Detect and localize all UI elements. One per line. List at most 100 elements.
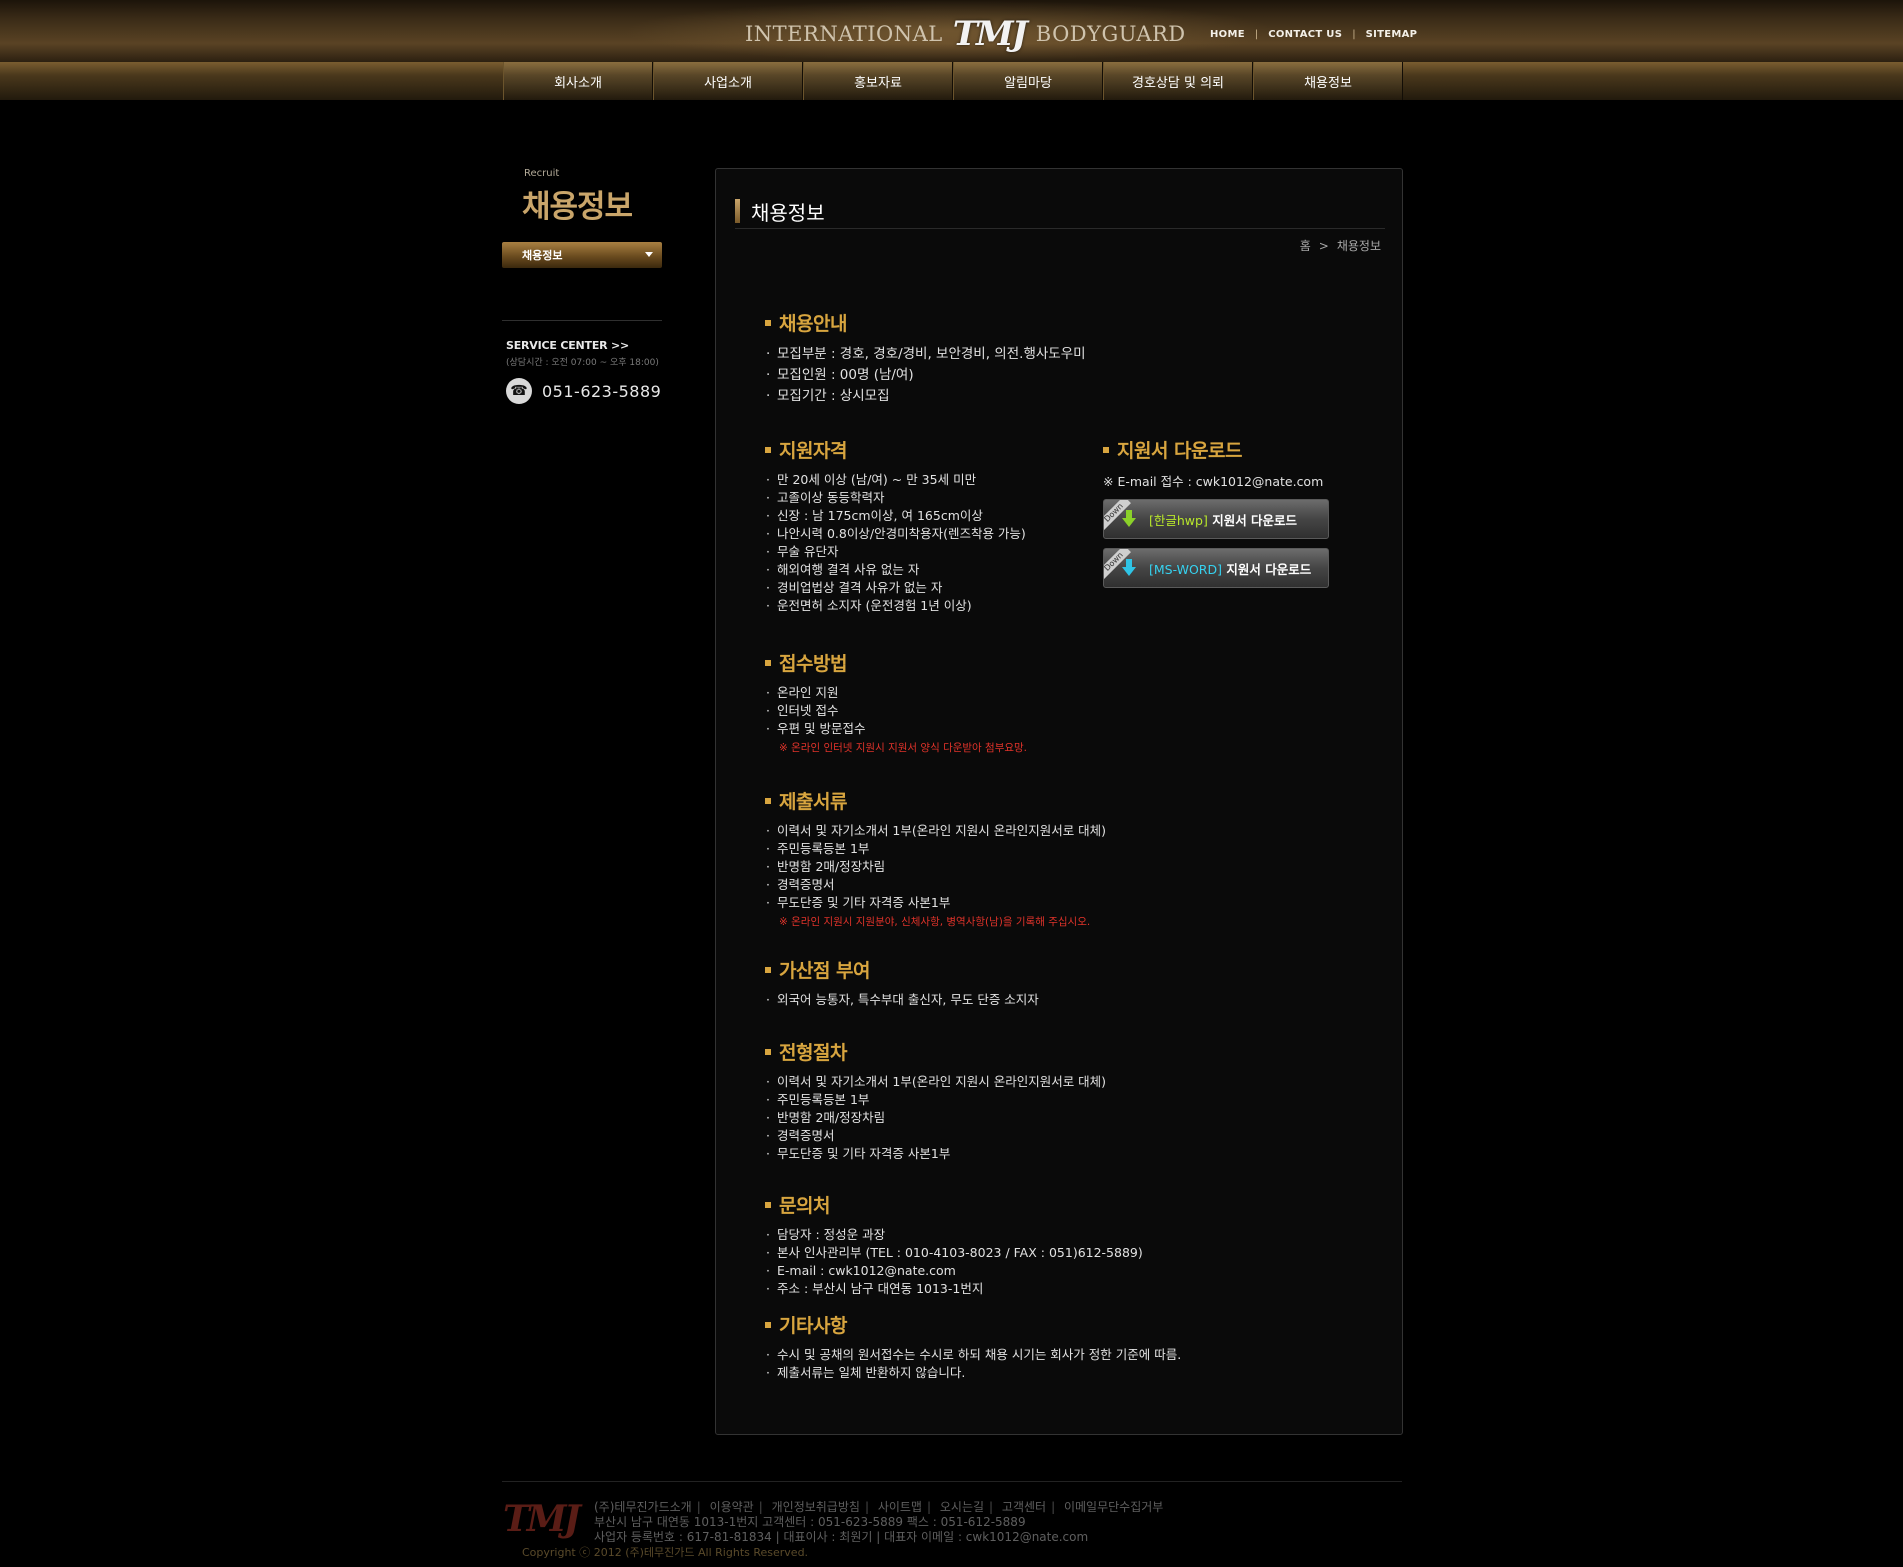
footer-link-privacy[interactable]: 개인정보취급방침 (772, 1500, 860, 1514)
list-item: 주민등록등본 1부 (765, 840, 1106, 858)
list: 수시 및 공채의 원서접수는 수시로 하되 채용 시기는 회사가 정한 기준에 … (765, 1346, 1181, 1382)
download-arrow-icon (1122, 559, 1136, 577)
download-label-text: 지원서 다운로드 (1212, 512, 1298, 528)
footer-separator: | (696, 1500, 701, 1514)
footer-link-email-policy[interactable]: 이메일무단수집거부 (1064, 1500, 1163, 1514)
section-title-text: 접수방법 (779, 653, 847, 675)
bullet-square-icon (765, 1048, 771, 1055)
contact-us-link[interactable]: CONTACT US (1268, 29, 1342, 40)
util-separator: | (1352, 29, 1356, 40)
service-center-title: SERVICE CENTER >> (506, 339, 630, 352)
list-item: 반명함 2매/정장차림 (765, 858, 1106, 876)
sidebar-item-label: 채용정보 (522, 249, 563, 262)
list-item: E-mail : cwk1012@nate.com (765, 1262, 1143, 1280)
utility-nav: HOME | CONTACT US | SITEMAP (1210, 29, 1417, 40)
site-logo[interactable]: INTERNATIONAL TMJ BODYGUARD (745, 14, 1186, 54)
title-bar-icon (735, 199, 740, 223)
section-title: 제출서류 (765, 787, 1106, 814)
content-box: 채용정보 홈 > 채용정보 채용안내 모집부분 : 경호, 경호/경비, 보안경비,… (715, 168, 1403, 1435)
section-title: 전형절차 (765, 1038, 1106, 1065)
list-item: 모집기간 : 상시모집 (765, 386, 1086, 407)
section-download: 지원서 다운로드 ※ E-mail 접수 : cwk1012@nate.com … (1103, 436, 1329, 588)
section-contact: 문의처 담당자 : 정성운 과장 본사 인사관리부 (TEL : 010-410… (765, 1191, 1143, 1298)
documents-note: ※ 온라인 지원시 지원분야, 신체사항, 병역사항(남)을 기록해 주십시오. (779, 916, 1091, 928)
list-item: 외국어 능통자, 특수부대 출신자, 무도 단증 소지자 (765, 991, 1039, 1009)
footer-separator: | (758, 1500, 763, 1514)
section-title-text: 제출서류 (779, 791, 847, 813)
home-link[interactable]: HOME (1210, 29, 1245, 40)
section-method: 접수방법 온라인 지원 인터넷 접수 우편 및 방문접수 ※ 온라인 인터넷 지… (765, 649, 1027, 755)
list-item: 만 20세 이상 (남/여) ~ 만 35세 미만 (765, 471, 1026, 489)
section-title: 채용안내 (765, 309, 1086, 336)
download-label-text: 지원서 다운로드 (1226, 561, 1312, 577)
nav-recruit[interactable]: 채용정보 (1253, 62, 1403, 100)
list-item: 모집부분 : 경호, 경호/경비, 보안경비, 의전.행사도우미 (765, 344, 1086, 365)
section-title: 문의처 (765, 1191, 1143, 1218)
section-title-text: 기타사항 (779, 1315, 847, 1337)
list-item: 모집인원 : 00명 (남/여) (765, 365, 1086, 386)
list: 만 20세 이상 (남/여) ~ 만 35세 미만 고졸이상 동등학력자 신장 … (765, 471, 1026, 615)
bullet-square-icon (1103, 446, 1109, 453)
download-hwp-button[interactable]: Down [한글hwp] 지원서 다운로드 (1103, 499, 1329, 539)
download-word-label: [MS-WORD] 지원서 다운로드 (1149, 559, 1311, 578)
section-documents: 제출서류 이력서 및 자기소개서 1부(온라인 지원시 온라인지원서로 대체) … (765, 787, 1106, 929)
section-title-text: 지원자격 (779, 440, 847, 462)
service-hours: (상담시간 : 오전 07:00 ~ 오후 18:00) (506, 358, 659, 368)
footer-biz-info: 사업자 등록번호 : 617-81-81834 | 대표이사 : 최원기 | 대… (594, 1530, 1089, 1544)
section-title: 지원자격 (765, 436, 1026, 463)
list-item: 경비업법상 결격 사유가 없는 자 (765, 579, 1026, 597)
section-qualification: 지원자격 만 20세 이상 (남/여) ~ 만 35세 미만 고졸이상 동등학력… (765, 436, 1026, 615)
list-item: 주소 : 부산시 남구 대연동 1013-1번지 (765, 1280, 1143, 1298)
nav-company[interactable]: 회사소개 (503, 62, 653, 100)
list-item: 반명함 2매/정장차림 (765, 1109, 1106, 1127)
breadcrumb: 홈 > 채용정보 (1296, 237, 1385, 254)
list-item: 경력증명서 (765, 876, 1106, 894)
list-item: 무도단증 및 기타 자격증 사본1부 (765, 1145, 1106, 1163)
footer-link-sitemap[interactable]: 사이트맵 (878, 1500, 922, 1514)
footer-link-about[interactable]: (주)테무진가드소개 (594, 1500, 692, 1514)
section-title: 접수방법 (765, 649, 1027, 676)
service-phone-number: 051-623-5889 (542, 381, 662, 401)
nav-business[interactable]: 사업소개 (653, 62, 803, 100)
bullet-square-icon (765, 797, 771, 804)
footer-logo: TMJ (503, 1498, 581, 1540)
footer-link-support[interactable]: 고객센터 (1002, 1500, 1046, 1514)
list-item: 본사 인사관리부 (TEL : 010-4103-8023 / FAX : 05… (765, 1244, 1143, 1262)
list-item: 수시 및 공채의 원서접수는 수시로 하되 채용 시기는 회사가 정한 기준에 … (765, 1346, 1181, 1364)
util-separator: | (1254, 29, 1259, 40)
list-item: 이력서 및 자기소개서 1부(온라인 지원시 온라인지원서로 대체) (765, 1073, 1106, 1091)
section-title-text: 가산점 부여 (779, 960, 871, 982)
list-item: 주민등록등본 1부 (765, 1091, 1106, 1109)
breadcrumb-home[interactable]: 홈 (1300, 239, 1311, 253)
list-item: 담당자 : 정성운 과장 (765, 1226, 1143, 1244)
list-item: 무도단증 및 기타 자격증 사본1부 (765, 894, 1106, 912)
download-arrow-icon (1122, 510, 1136, 528)
method-note: ※ 온라인 인터넷 지원시 지원서 양식 다운받아 첨부요망. (779, 742, 1028, 754)
nav-notice[interactable]: 알림마당 (953, 62, 1103, 100)
list: 담당자 : 정성운 과장 본사 인사관리부 (TEL : 010-4103-80… (765, 1226, 1143, 1298)
list: 이력서 및 자기소개서 1부(온라인 지원시 온라인지원서로 대체) 주민등록등… (765, 822, 1106, 912)
download-word-button[interactable]: Down [MS-WORD] 지원서 다운로드 (1103, 548, 1329, 588)
sidebar-item-recruit[interactable]: 채용정보 (502, 242, 662, 268)
list-item: 운전면허 소지자 (운전경험 1년 이상) (765, 597, 1026, 615)
footer-separator: | (864, 1500, 869, 1514)
nav-consult[interactable]: 경호상담 및 의뢰 (1103, 62, 1253, 100)
footer-link-terms[interactable]: 이용약관 (710, 1500, 754, 1514)
breadcrumb-current: 채용정보 (1336, 239, 1381, 253)
page-title-area: 채용정보 (735, 197, 1385, 229)
list-item: 고졸이상 동등학력자 (765, 489, 1026, 507)
bullet-square-icon (765, 446, 771, 453)
download-email-note: ※ E-mail 접수 : cwk1012@nate.com (1103, 474, 1324, 489)
section-bonus: 가산점 부여 외국어 능통자, 특수부대 출신자, 무도 단증 소지자 (765, 956, 1039, 1009)
sitemap-link[interactable]: SITEMAP (1366, 29, 1418, 40)
section-guide: 채용안내 모집부분 : 경호, 경호/경비, 보안경비, 의전.행사도우미 모집… (765, 309, 1086, 407)
footer-link-directions[interactable]: 오시는길 (940, 1500, 984, 1514)
section-etc: 기타사항 수시 및 공채의 원서접수는 수시로 하되 채용 시기는 회사가 정한… (765, 1311, 1181, 1382)
list-item: 우편 및 방문접수 (765, 720, 1027, 738)
nav-pr[interactable]: 홍보자료 (803, 62, 953, 100)
section-title-text: 문의처 (779, 1195, 830, 1217)
logo-text-right: BODYGUARD (1035, 22, 1186, 46)
section-title: 지원서 다운로드 (1103, 436, 1329, 463)
list: 온라인 지원 인터넷 접수 우편 및 방문접수 (765, 684, 1027, 738)
bullet-square-icon (765, 1321, 771, 1328)
